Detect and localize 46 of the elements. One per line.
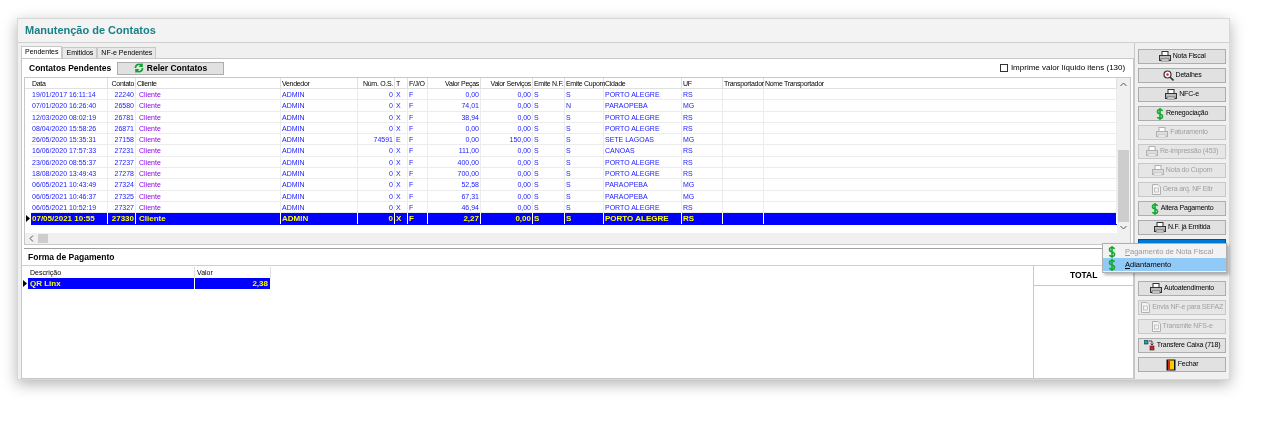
table-cell: 2,27 — [428, 213, 481, 225]
scroll-up-icon — [1120, 82, 1128, 87]
table-cell: 0 — [358, 213, 395, 225]
table-cell: QR Linx — [28, 278, 195, 289]
document-icon — [1141, 302, 1151, 313]
scroll-thumb[interactable] — [38, 234, 48, 243]
printer-icon — [1158, 51, 1171, 62]
row-pointer-icon — [26, 215, 30, 223]
row-pointer-icon — [23, 280, 27, 287]
print-net-checkbox[interactable]: Imprime valor líquido itens (130) — [999, 62, 1126, 74]
printer-icon — [1151, 165, 1164, 176]
printer-icon — [1156, 127, 1169, 138]
table-cell: PORTO ALEGRE — [604, 213, 682, 225]
table-cell: X — [395, 213, 408, 225]
scroll-down-icon — [1120, 225, 1128, 230]
table-cell: F — [408, 213, 428, 225]
reload-button[interactable]: Reler Contatos — [117, 61, 224, 75]
printer-icon — [1154, 222, 1166, 233]
search-icon — [1162, 70, 1174, 81]
table-cell: RS — [682, 213, 723, 225]
scroll-left-icon — [29, 235, 34, 242]
table-cell: ADMIN — [281, 213, 358, 225]
document-icon — [1151, 184, 1161, 195]
transfer-icon — [1143, 340, 1155, 351]
table-cell: Cliente — [136, 213, 281, 225]
document-icon — [1151, 321, 1161, 332]
printer-icon — [1150, 283, 1163, 294]
dollar-icon — [1150, 202, 1159, 215]
table-cell: 07/05/2021 10:55 — [31, 213, 108, 225]
window-title: Manutenção de Contatos — [25, 23, 156, 39]
scroll-thumb[interactable] — [1118, 150, 1130, 222]
printer-icon — [1145, 146, 1158, 157]
section-title: Contatos Pendentes — [29, 61, 113, 75]
dollar-icon — [1155, 107, 1164, 120]
printer-icon — [1165, 89, 1178, 100]
table-cell: S — [533, 213, 565, 225]
section-title: Forma de Pagamento — [28, 250, 115, 264]
table-cell: 0,00 — [481, 213, 533, 225]
table-cell: 27330 — [108, 213, 136, 225]
horizontal-scrollbar[interactable] — [25, 233, 1131, 244]
table-cell: 2,38 — [195, 278, 271, 289]
door-icon — [1165, 358, 1176, 371]
total-label: TOTAL — [1069, 269, 1098, 282]
table-cell: S — [565, 213, 604, 225]
vertical-scrollbar[interactable] — [1117, 78, 1131, 233]
refresh-icon — [133, 63, 144, 73]
